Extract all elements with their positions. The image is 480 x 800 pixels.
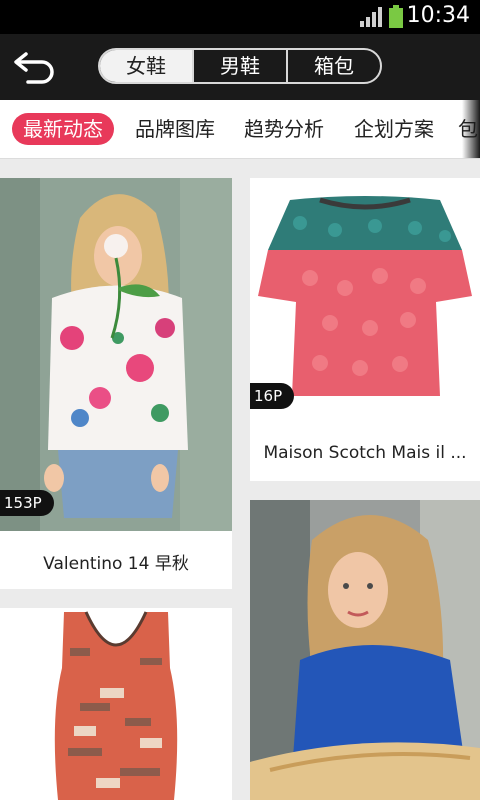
printed-dress-image <box>0 608 232 800</box>
tabs-fade <box>462 100 480 158</box>
gallery-card[interactable] <box>0 608 232 800</box>
back-button[interactable] <box>10 46 60 86</box>
battery-icon <box>389 5 403 28</box>
photo-count-badge: 153P <box>0 490 54 516</box>
gallery-card[interactable] <box>250 500 480 800</box>
back-arrow-icon <box>14 52 54 84</box>
gallery-card[interactable]: 16P Maison Scotch Mais il ... <box>250 178 480 481</box>
card-title: Valentino 14 早秋 <box>43 554 189 574</box>
status-bar: 10:34 <box>0 0 480 34</box>
gallery-card[interactable]: 153P Valentino 14 早秋 <box>0 178 232 589</box>
model-blue-jacket-image <box>250 500 480 800</box>
tab-trend-analysis[interactable]: 趋势分析 <box>244 113 324 145</box>
signal-icon <box>360 7 382 27</box>
segment-women-shoes[interactable]: 女鞋 <box>100 50 192 82</box>
tab-brand-gallery[interactable]: 品牌图库 <box>135 113 215 145</box>
status-time: 10:34 <box>406 3 470 28</box>
category-segmented-control: 女鞋 男鞋 箱包 <box>98 48 382 84</box>
tab-planning[interactable]: 企划方案 <box>354 113 434 145</box>
content-tabs: 最新动态 品牌图库 趋势分析 企划方案 包 <box>0 100 480 159</box>
app-header: 女鞋 男鞋 箱包 <box>0 34 480 100</box>
card-title: Maison Scotch Mais il ... <box>263 443 467 463</box>
segment-bags[interactable]: 箱包 <box>286 50 380 82</box>
photo-count-badge: 16P <box>250 383 295 409</box>
segment-men-shoes[interactable]: 男鞋 <box>192 50 286 82</box>
tab-latest[interactable]: 最新动态 <box>12 113 114 145</box>
model-floral-shirt-image <box>0 178 232 531</box>
